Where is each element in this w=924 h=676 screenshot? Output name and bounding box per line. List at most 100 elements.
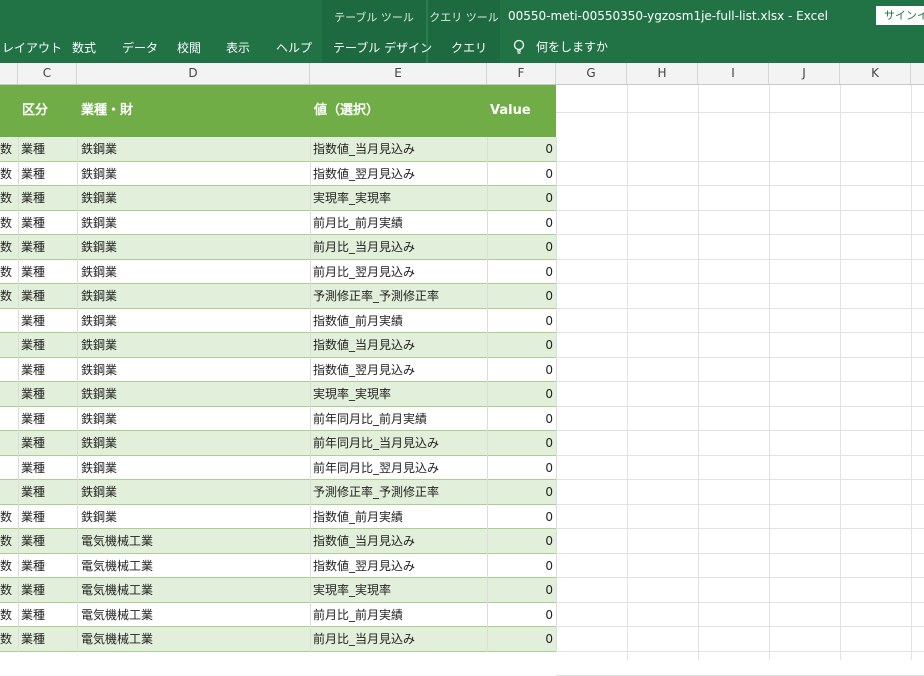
cell-gyoshu[interactable]: 鉄鋼業	[81, 407, 307, 431]
tell-me-search[interactable]: 何をしますか	[512, 38, 608, 55]
cell-b[interactable]	[0, 309, 14, 333]
table-row[interactable]: 業種 鉄鋼業 前年同月比_当月見込み 0	[0, 431, 556, 456]
cell-atai[interactable]: 指数値_翌月見込み	[313, 162, 485, 186]
tab-data[interactable]: データ	[122, 39, 158, 56]
cell-kubun[interactable]: 業種	[21, 578, 75, 602]
cell-atai[interactable]: 前月比_前月実績	[313, 211, 485, 235]
cell-value[interactable]: 0	[490, 456, 553, 480]
cell-gyoshu[interactable]: 鉄鋼業	[81, 505, 307, 529]
cell-atai[interactable]: 予測修正率_予測修正率	[313, 284, 485, 308]
cell-value[interactable]: 0	[490, 382, 553, 406]
cell-kubun[interactable]: 業種	[21, 431, 75, 455]
column-header-f[interactable]: F	[487, 63, 556, 84]
cell-kubun[interactable]: 業種	[21, 407, 75, 431]
worksheet-grid[interactable]: 区分 業種・財 値（選択） Value 数業種 鉄鋼業 指数値_当月見込み 0 数業種鉄…	[0, 85, 924, 676]
cell-b[interactable]	[0, 480, 14, 504]
cell-value[interactable]: 0	[490, 603, 553, 627]
table-row[interactable]: 業種 鉄鋼業 実現率_実現率 0	[0, 382, 556, 407]
cell-kubun[interactable]: 業種	[21, 627, 75, 651]
cell-gyoshu[interactable]: 電気機械工業	[81, 578, 307, 602]
cell-atai[interactable]: 前年同月比_当月見込み	[313, 431, 485, 455]
table-row[interactable]: 業種 鉄鋼業 前年同月比_翌月見込み 0	[0, 455, 556, 480]
cell-atai[interactable]: 指数値_当月見込み	[313, 333, 485, 357]
cell-kubun[interactable]: 業種	[21, 554, 75, 578]
table-row[interactable]: 数業種 鉄鋼業 予測修正率_予測修正率 0	[0, 284, 556, 309]
signin-button[interactable]: サインイン	[876, 6, 924, 25]
cell-gyoshu[interactable]: 電気機械工業	[81, 627, 307, 651]
cell-atai[interactable]: 実現率_実現率	[313, 382, 485, 406]
cell-atai[interactable]: 実現率_実現率	[313, 186, 485, 210]
table-row[interactable]: 数業種 鉄鋼業 前月比_当月見込み 0	[0, 235, 556, 260]
cell-atai[interactable]: 前月比_翌月見込み	[313, 260, 485, 284]
cell-b[interactable]: 数	[0, 260, 14, 284]
cell-kubun[interactable]: 業種	[21, 137, 75, 161]
cell-value[interactable]: 0	[490, 578, 553, 602]
cell-gyoshu[interactable]: 鉄鋼業	[81, 431, 307, 455]
table-row[interactable]: 数業種 電気機械工業 指数値_翌月見込み 0	[0, 553, 556, 578]
column-header-l[interactable]	[911, 63, 924, 84]
cell-b[interactable]	[0, 358, 14, 382]
cell-value[interactable]: 0	[490, 529, 553, 553]
cell-b[interactable]	[0, 333, 14, 357]
cell-value[interactable]: 0	[490, 407, 553, 431]
cell-b[interactable]: 数	[0, 603, 14, 627]
cell-atai[interactable]: 指数値_翌月見込み	[313, 358, 485, 382]
table-row[interactable]: 数業種 電気機械工業 実現率_実現率 0	[0, 578, 556, 603]
header-atai[interactable]: 値（選択）	[314, 85, 379, 137]
cell-atai[interactable]: 前年同月比_翌月見込み	[313, 456, 485, 480]
cell-kubun[interactable]: 業種	[21, 358, 75, 382]
cell-b[interactable]: 数	[0, 529, 14, 553]
cell-kubun[interactable]: 業種	[21, 456, 75, 480]
cell-gyoshu[interactable]: 鉄鋼業	[81, 382, 307, 406]
cell-kubun[interactable]: 業種	[21, 162, 75, 186]
cell-b[interactable]: 数	[0, 186, 14, 210]
cell-b[interactable]	[0, 456, 14, 480]
cell-kubun[interactable]: 業種	[21, 505, 75, 529]
cell-kubun[interactable]: 業種	[21, 529, 75, 553]
cell-gyoshu[interactable]: 鉄鋼業	[81, 137, 307, 161]
cell-kubun[interactable]: 業種	[21, 333, 75, 357]
cell-atai[interactable]: 指数値_翌月見込み	[313, 554, 485, 578]
table-row[interactable]: 業種 鉄鋼業 指数値_前月実績 0	[0, 308, 556, 333]
header-kubun[interactable]: 区分	[22, 85, 48, 137]
tab-formulas[interactable]: 数式	[72, 39, 96, 56]
header-gyoshu[interactable]: 業種・財	[81, 85, 133, 137]
tab-help[interactable]: ヘルプ	[276, 39, 312, 56]
cell-value[interactable]: 0	[490, 235, 553, 259]
cell-value[interactable]: 0	[490, 309, 553, 333]
table-row[interactable]: 業種 鉄鋼業 指数値_当月見込み 0	[0, 333, 556, 358]
cell-b[interactable]: 数	[0, 162, 14, 186]
cell-atai[interactable]: 前月比_当月見込み	[313, 627, 485, 651]
cell-atai[interactable]: 前年同月比_前月実績	[313, 407, 485, 431]
cell-gyoshu[interactable]: 鉄鋼業	[81, 211, 307, 235]
table-row[interactable]: 数業種 鉄鋼業 前月比_翌月見込み 0	[0, 259, 556, 284]
cell-atai[interactable]: 実現率_実現率	[313, 578, 485, 602]
cell-value[interactable]: 0	[490, 260, 553, 284]
tab-table-design[interactable]: テーブル デザイン	[333, 39, 432, 56]
cell-kubun[interactable]: 業種	[21, 235, 75, 259]
column-header-g[interactable]: G	[556, 63, 627, 84]
cell-atai[interactable]: 指数値_当月見込み	[313, 529, 485, 553]
cell-kubun[interactable]: 業種	[21, 211, 75, 235]
tab-query[interactable]: クエリ	[451, 39, 487, 56]
cell-gyoshu[interactable]: 電気機械工業	[81, 603, 307, 627]
table-row[interactable]: 数業種 電気機械工業 指数値_当月見込み 0	[0, 529, 556, 554]
cell-b[interactable]: 数	[0, 211, 14, 235]
cell-b[interactable]: 数	[0, 578, 14, 602]
table-row[interactable]: 数業種 鉄鋼業 指数値_翌月見込み 0	[0, 161, 556, 186]
cell-atai[interactable]: 指数値_当月見込み	[313, 137, 485, 161]
cell-b[interactable]: 数	[0, 235, 14, 259]
cell-kubun[interactable]: 業種	[21, 382, 75, 406]
cell-kubun[interactable]: 業種	[21, 284, 75, 308]
column-header-d[interactable]: D	[77, 63, 310, 84]
cell-atai[interactable]: 予測修正率_予測修正率	[313, 480, 485, 504]
cell-value[interactable]: 0	[490, 431, 553, 455]
column-header-e[interactable]: E	[310, 63, 487, 84]
tab-view[interactable]: 表示	[226, 39, 250, 56]
cell-kubun[interactable]: 業種	[21, 309, 75, 333]
table-row[interactable]: 数業種 鉄鋼業 指数値_前月実績 0	[0, 504, 556, 529]
table-row[interactable]: 数業種 鉄鋼業 実現率_実現率 0	[0, 186, 556, 211]
column-header-b[interactable]	[0, 63, 18, 84]
cell-b[interactable]: 数	[0, 505, 14, 529]
cell-b[interactable]	[0, 431, 14, 455]
